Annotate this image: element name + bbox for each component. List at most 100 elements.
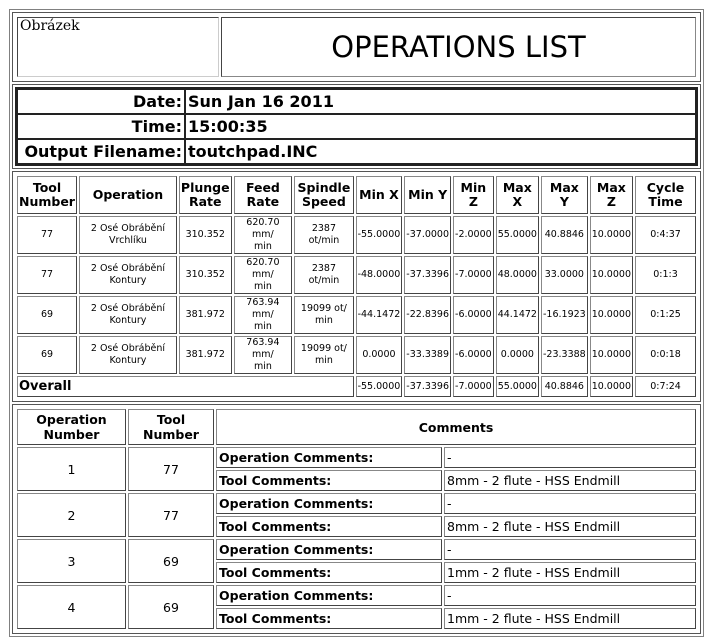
col-min-y: Min Y (404, 176, 452, 214)
comments-section: Operation Number Tool Number Comments 1 77 O… (12, 404, 701, 634)
col-operation: Operation (78, 176, 177, 214)
tool-number: 69 (17, 336, 77, 374)
overall-max-y: 40.8846 (540, 376, 588, 397)
tool-comments-label: Tool Comments: (216, 516, 442, 537)
tool-number: 77 (128, 493, 214, 537)
date-label: Date: (17, 89, 185, 114)
col-max-x: Max X (495, 176, 539, 214)
date-value: Sun Jan 16 2011 (185, 89, 696, 114)
max-y: 40.8846 (540, 216, 588, 254)
col-max-z: Max Z (589, 176, 633, 214)
min-x: -44.1472 (355, 296, 403, 334)
time-label: Time: (17, 114, 185, 139)
max-y: -16.1923 (540, 296, 588, 334)
operation-name: 2 Osé Obrábění Kontury (78, 336, 177, 374)
min-y: -37.3396 (404, 256, 452, 294)
operation-number: 3 (17, 539, 126, 583)
operations-header-row: Tool Number Operation Plunge Rate Feed Rate… (17, 176, 696, 214)
col-feed-rate: Feed Rate (233, 176, 293, 214)
operation-row: 77 2 Osé Obrábění Vrchlíku 310.352 620.70 mm… (17, 216, 696, 254)
cycle-time: 0:1:3 (635, 256, 696, 294)
feed-rate: 620.70 mm/min (233, 216, 293, 254)
operation-name: 2 Osé Obrábění Vrchlíku (78, 216, 177, 254)
comments-table: Operation Number Tool Number Comments 1 77 O… (15, 407, 698, 631)
comment-row: 3 69 Operation Comments: - (17, 539, 696, 583)
spindle-speed: 2387 ot/min (294, 256, 354, 294)
info-table: Date: Sun Jan 16 2011 Time: 15:00:35 Out… (15, 87, 698, 166)
max-y: -23.3388 (540, 336, 588, 374)
tool-number: 77 (128, 447, 214, 491)
comment-row: 2 77 Operation Comments: - (17, 493, 696, 537)
operation-comment-value: - (444, 447, 696, 468)
max-z: 10.0000 (589, 336, 633, 374)
time-row: Time: 15:00:35 (17, 114, 696, 139)
col-min-z: Min Z (453, 176, 494, 214)
tool-comment-value: 1mm - 2 flute - HSS Endmill (444, 562, 696, 583)
comments-body: 1 77 Operation Comments: - Tool Comments: 8mm… (17, 447, 696, 629)
overall-cycle-time: 0:7:24 (635, 376, 696, 397)
min-y: -33.3389 (404, 336, 452, 374)
overall-min-z: -7.0000 (453, 376, 494, 397)
spindle-speed: 19099 ot/min (294, 296, 354, 334)
min-y: -37.0000 (404, 216, 452, 254)
plunge-rate: 381.972 (178, 296, 232, 334)
min-x: 0.0000 (355, 336, 403, 374)
min-x: -55.0000 (355, 216, 403, 254)
operation-number: 2 (17, 493, 126, 537)
spindle-speed: 2387 ot/min (294, 216, 354, 254)
header-section: Obrázek OPERATIONS LIST (12, 12, 701, 82)
operation-comments-label: Operation Comments: (216, 539, 442, 560)
tool-comment-value: 8mm - 2 flute - HSS Endmill (444, 470, 696, 491)
tool-number: 77 (17, 216, 77, 254)
comments-header-row: Operation Number Tool Number Comments (17, 409, 696, 445)
max-z: 10.0000 (589, 216, 633, 254)
col-tool-number: Tool Number (128, 409, 214, 445)
tool-number: 69 (128, 539, 214, 583)
cycle-time: 0:0:18 (635, 336, 696, 374)
col-spindle-speed: Spindle Speed (294, 176, 354, 214)
min-y: -22.8396 (404, 296, 452, 334)
tool-comments-label: Tool Comments: (216, 470, 442, 491)
tool-number: 69 (128, 585, 214, 629)
plunge-rate: 310.352 (178, 256, 232, 294)
spindle-speed: 19099 ot/min (294, 336, 354, 374)
operation-comment-value: - (444, 539, 696, 560)
operation-number: 4 (17, 585, 126, 629)
cycle-time: 0:1:25 (635, 296, 696, 334)
col-comments: Comments (216, 409, 696, 445)
overall-max-x: 55.0000 (495, 376, 539, 397)
cycle-time: 0:4:37 (635, 216, 696, 254)
filename-value: toutchpad.INC (185, 139, 696, 164)
plunge-rate: 381.972 (178, 336, 232, 374)
operations-table: Tool Number Operation Plunge Rate Feed Rate… (15, 174, 698, 399)
operation-row: 77 2 Osé Obrábění Kontury 310.352 620.70 mm/… (17, 256, 696, 294)
tool-comment-value: 8mm - 2 flute - HSS Endmill (444, 516, 696, 537)
overall-max-z: 10.0000 (589, 376, 633, 397)
operation-row: 69 2 Osé Obrábění Kontury 381.972 763.94 mm/… (17, 296, 696, 334)
operation-number: 1 (17, 447, 126, 491)
max-x: 44.1472 (495, 296, 539, 334)
overall-min-y: -37.3396 (404, 376, 452, 397)
min-z: -7.0000 (453, 256, 494, 294)
filename-row: Output Filename: toutchpad.INC (17, 139, 696, 164)
operation-comments-label: Operation Comments: (216, 493, 442, 514)
max-x: 55.0000 (495, 216, 539, 254)
col-operation-number: Operation Number (17, 409, 126, 445)
max-z: 10.0000 (589, 296, 633, 334)
tool-number: 69 (17, 296, 77, 334)
min-z: -2.0000 (453, 216, 494, 254)
operations-list-page: Obrázek OPERATIONS LIST Date: Sun Jan 16… (9, 9, 704, 637)
operation-comments-label: Operation Comments: (216, 447, 442, 468)
min-z: -6.0000 (453, 336, 494, 374)
col-cycle-time: Cycle Time (635, 176, 696, 214)
min-x: -48.0000 (355, 256, 403, 294)
header-table: Obrázek OPERATIONS LIST (15, 15, 698, 79)
min-z: -6.0000 (453, 296, 494, 334)
max-y: 33.0000 (540, 256, 588, 294)
image-placeholder: Obrázek (17, 17, 219, 77)
col-max-y: Max Y (540, 176, 588, 214)
tool-comment-value: 1mm - 2 flute - HSS Endmill (444, 608, 696, 629)
col-tool-number: Tool Number (17, 176, 77, 214)
tool-comments-label: Tool Comments: (216, 608, 442, 629)
overall-min-x: -55.0000 (355, 376, 403, 397)
